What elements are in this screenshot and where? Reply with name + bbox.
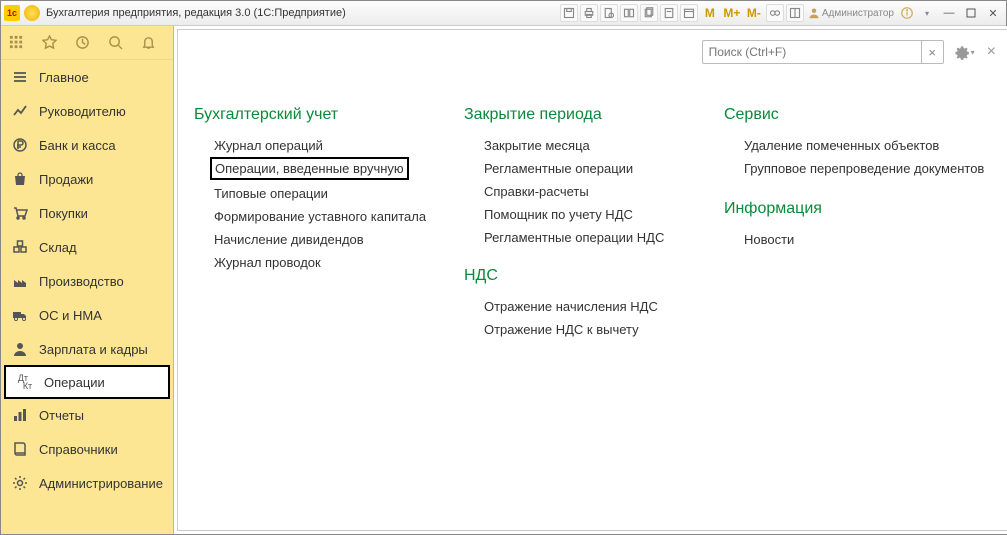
window-title: Бухгалтерия предприятия, редакция 3.0 (1… (46, 7, 346, 19)
print-icon[interactable] (580, 4, 598, 22)
cart-icon (11, 204, 29, 222)
panel-toolbar: × ▾ × (702, 40, 996, 64)
sidebar-top-toolbar (1, 26, 173, 60)
user-name: Администратор (822, 8, 894, 19)
star-icon[interactable] (42, 35, 57, 50)
close-panel-button[interactable]: × (987, 43, 996, 61)
boxes-icon (11, 238, 29, 256)
panel-icon[interactable] (786, 4, 804, 22)
compare-icon[interactable] (620, 4, 638, 22)
calendar-icon[interactable] (680, 4, 698, 22)
truck-icon (11, 306, 29, 324)
sidebar-item-label: ОС и НМА (39, 308, 102, 323)
history-icon[interactable] (75, 35, 90, 50)
trend-icon (11, 102, 29, 120)
sidebar-item-hr[interactable]: Зарплата и кадры (1, 332, 173, 366)
preview-icon[interactable] (600, 4, 618, 22)
sidebar: Главное Руководителю Банк и касса Продаж… (1, 26, 174, 534)
search-input[interactable] (702, 40, 922, 64)
info-icon[interactable] (898, 4, 916, 22)
sidebar-item-reports[interactable]: Отчеты (1, 398, 173, 432)
ruble-icon (11, 136, 29, 154)
book-icon (11, 440, 29, 458)
search-icon[interactable] (108, 35, 123, 50)
barchart-icon (11, 406, 29, 424)
app-window: 1c Бухгалтерия предприятия, редакция 3.0… (0, 0, 1007, 535)
sidebar-item-manager[interactable]: Руководителю (1, 94, 173, 128)
chevron-down-icon: ▾ (971, 48, 975, 57)
sidebar-item-bank[interactable]: Банк и касса (1, 128, 173, 162)
sidebar-item-catalogs[interactable]: Справочники (1, 432, 173, 466)
maximize-button[interactable] (961, 5, 981, 21)
sidebar-item-label: Производство (39, 274, 124, 289)
sidebar-item-main[interactable]: Главное (1, 60, 173, 94)
app-logo-icon: 1c (4, 5, 20, 21)
person-icon (11, 340, 29, 358)
sidebar-item-label: Операции (44, 375, 105, 390)
calculator-icon[interactable] (660, 4, 678, 22)
sidebar-item-label: Отчеты (39, 408, 84, 423)
sidebar-item-label: Администрирование (39, 476, 163, 491)
bell-icon[interactable] (141, 35, 156, 50)
sidebar-item-label: Покупки (39, 206, 88, 221)
settings-gear-icon[interactable]: ▾ (952, 43, 975, 61)
factory-icon (11, 272, 29, 290)
sidebar-item-label: Склад (39, 240, 77, 255)
sidebar-item-label: Главное (39, 70, 89, 85)
nav-dropdown-icon[interactable] (24, 5, 40, 21)
memory-m-button[interactable]: M (700, 4, 720, 22)
sidebar-item-production[interactable]: Производство (1, 264, 173, 298)
sidebar-item-assets[interactable]: ОС и НМА (1, 298, 173, 332)
title-bar: 1c Бухгалтерия предприятия, редакция 3.0… (1, 1, 1006, 26)
sidebar-item-label: Банк и касса (39, 138, 116, 153)
memory-mminus-button[interactable]: M- (744, 4, 764, 22)
sidebar-item-purchases[interactable]: Покупки (1, 196, 173, 230)
titlebar-toolbar: M M+ M- Администратор ▾ — ✕ (559, 4, 1003, 22)
debit-credit-icon: Дт Кт (16, 373, 34, 391)
apps-grid-icon[interactable] (9, 35, 24, 50)
main-panel: × ▾ × Бухгалтерский учет Журнал операций… (174, 26, 1007, 534)
sidebar-item-label: Руководителю (39, 104, 126, 119)
close-button[interactable]: ✕ (983, 5, 1003, 21)
sidebar-item-sales[interactable]: Продажи (1, 162, 173, 196)
user-label[interactable]: Администратор (808, 7, 894, 19)
dropdown-caret-icon[interactable]: ▾ (918, 4, 936, 22)
gear-icon (11, 474, 29, 492)
save-icon[interactable] (560, 4, 578, 22)
menu-icon (11, 68, 29, 86)
sidebar-item-label: Продажи (39, 172, 93, 187)
sidebar-item-admin[interactable]: Администрирование (1, 466, 173, 500)
panel-frame (177, 29, 1007, 531)
sidebar-item-label: Справочники (39, 442, 118, 457)
copy-icon[interactable] (640, 4, 658, 22)
sidebar-item-warehouse[interactable]: Склад (1, 230, 173, 264)
link-icon[interactable] (766, 4, 784, 22)
sidebar-item-label: Зарплата и кадры (39, 342, 148, 357)
memory-mplus-button[interactable]: M+ (722, 4, 742, 22)
minimize-button[interactable]: — (939, 5, 959, 21)
bag-icon (11, 170, 29, 188)
search-clear-button[interactable]: × (922, 40, 944, 64)
sidebar-item-operations[interactable]: Дт Кт Операции (4, 365, 170, 399)
